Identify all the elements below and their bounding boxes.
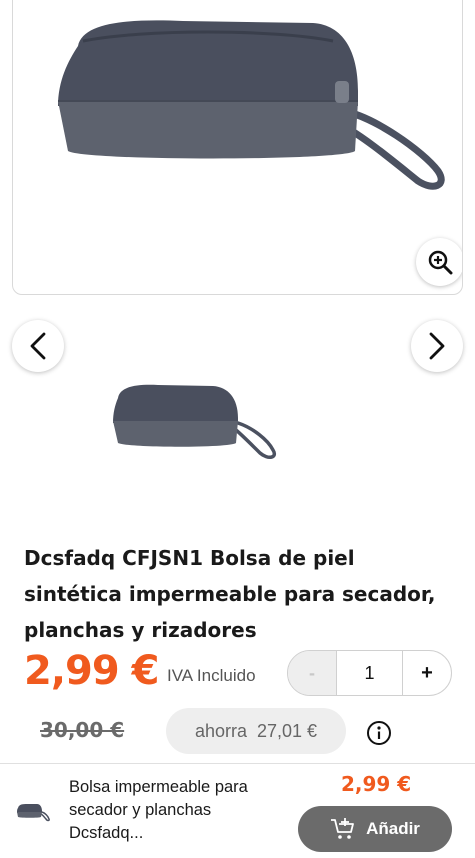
main-product-image[interactable] xyxy=(12,0,463,295)
savings-label: ahorra xyxy=(194,720,247,741)
quantity-input[interactable]: 1 xyxy=(336,651,403,695)
quantity-stepper: - 1 + xyxy=(287,650,452,696)
tax-note: IVA Incluido xyxy=(167,666,256,685)
zoom-button[interactable] xyxy=(416,238,462,286)
add-to-cart-button[interactable]: Añadir xyxy=(298,806,452,852)
add-to-cart-label: Añadir xyxy=(366,819,420,838)
product-image-bag xyxy=(58,20,445,190)
sticky-add-to-cart-bar: Bolsa impermeable para secador y plancha… xyxy=(0,763,475,858)
product-thumbnail[interactable] xyxy=(108,378,283,463)
info-icon[interactable] xyxy=(366,720,392,746)
quantity-increase-button[interactable]: + xyxy=(403,651,451,695)
old-price: 30,00 € xyxy=(40,718,125,742)
product-price: 2,99 € xyxy=(24,648,159,694)
quantity-decrease-button[interactable]: - xyxy=(288,651,336,695)
savings-amount: 27,01 € xyxy=(256,720,318,741)
zoom-in-icon xyxy=(428,250,453,275)
gallery-prev-button[interactable] xyxy=(12,320,64,372)
gallery-next-button[interactable] xyxy=(411,320,463,372)
bar-product-price: 2,99 € xyxy=(341,772,412,796)
bar-product-name: Bolsa impermeable para secador y plancha… xyxy=(69,778,248,842)
chevron-right-icon xyxy=(429,332,445,360)
cart-plus-icon xyxy=(331,818,354,839)
chevron-left-icon xyxy=(30,332,46,360)
savings-badge: ahorra 27,01 € xyxy=(166,708,346,754)
bar-product-thumbnail xyxy=(17,804,50,822)
product-title: Dcsfadq CFJSN1 Bolsa de piel sintética i… xyxy=(24,546,436,642)
